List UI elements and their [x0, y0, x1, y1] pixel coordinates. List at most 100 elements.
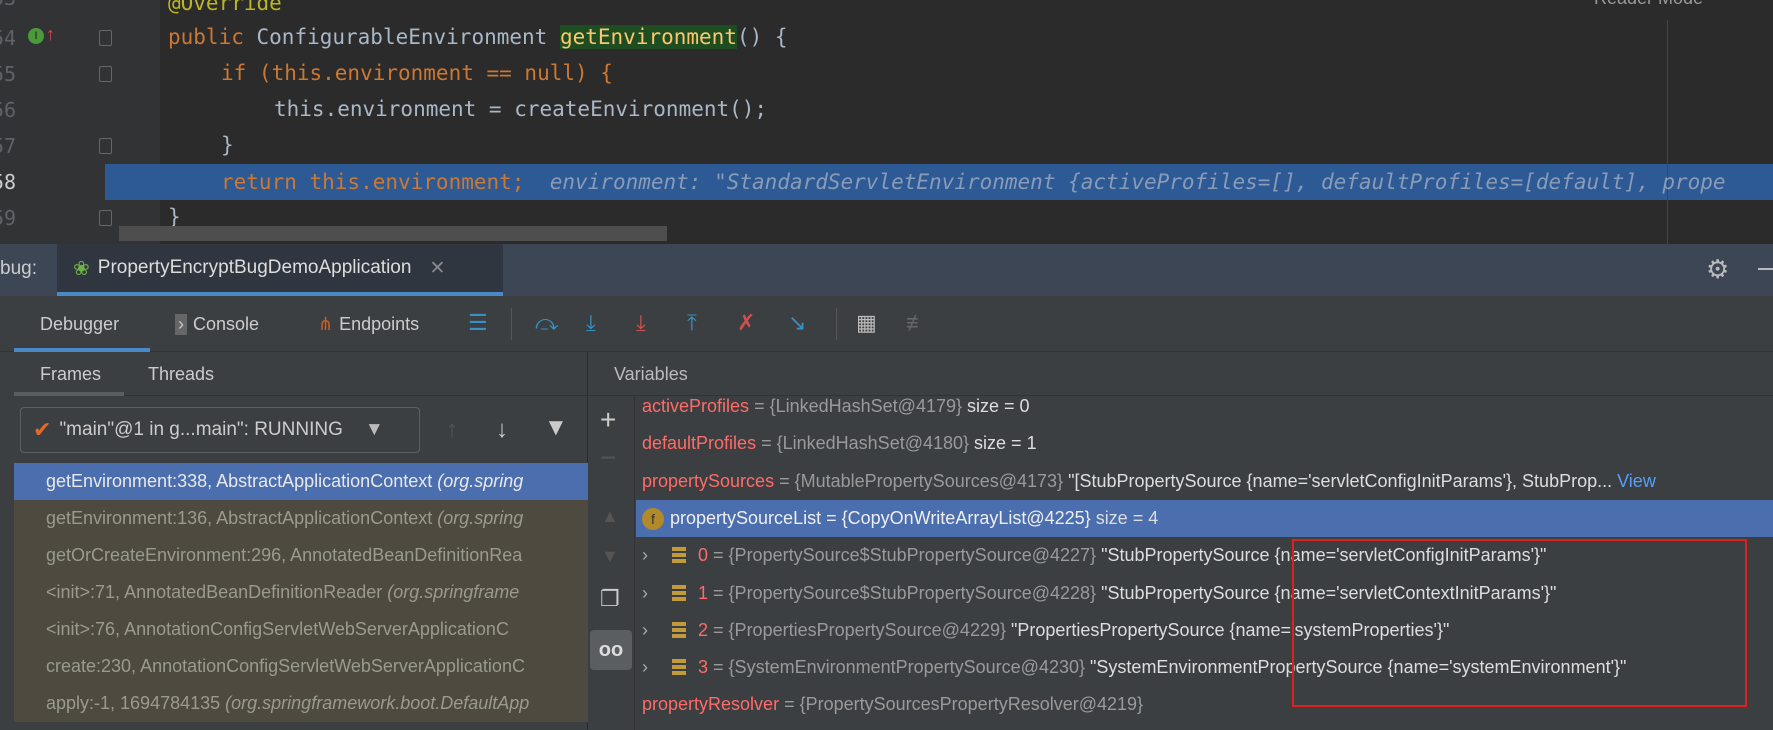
tab-endpoints[interactable]: ⋔ Endpoints — [318, 296, 419, 352]
variables-side-toolbar: + − ▲ ▼ ❐ oo — [588, 396, 635, 730]
debug-tool-window-header: bug: ❀ PropertyEncryptBugDemoApplication… — [0, 244, 1773, 296]
gear-icon[interactable]: ⚙ — [1706, 254, 1729, 285]
frame-method: apply:-1, 1694784135 — [46, 693, 226, 713]
variable-type: {LinkedHashSet@4179} — [769, 396, 962, 416]
minimize-icon[interactable] — [1758, 268, 1773, 270]
frame-item[interactable]: getEnvironment:136, AbstractApplicationC… — [14, 500, 588, 537]
add-watch-icon[interactable]: + — [600, 404, 616, 436]
code-editor[interactable]: Reader Mode 53 54 55 56 57 58 59 I ↑ @Ov… — [0, 0, 1773, 244]
fold-icon[interactable] — [99, 30, 112, 46]
trace-icon[interactable]: ≢ — [906, 310, 928, 336]
frame-method: getOrCreateEnvironment:296, AnnotatedBea… — [46, 545, 523, 565]
frame-package: (org.springframework.boot.DefaultApp — [225, 693, 530, 713]
tab-label: Console — [193, 313, 260, 334]
array-element-icon — [672, 584, 686, 603]
view-link[interactable]: View — [1617, 471, 1656, 491]
code-line: public ConfigurableEnvironment getEnviro… — [168, 19, 788, 55]
show-watches-icon[interactable]: oo — [590, 630, 632, 670]
reader-mode-label[interactable]: Reader Mode — [1594, 0, 1703, 9]
run-to-cursor-icon[interactable]: ↘ — [788, 310, 806, 336]
variable-name: 2 — [698, 619, 709, 640]
variable-type: {PropertySource$StubPropertySource@4227} — [728, 545, 1097, 566]
implements-method-icon[interactable]: I — [28, 28, 44, 44]
tab-label: Endpoints — [339, 313, 420, 334]
code-line: } — [221, 133, 234, 157]
variable-row[interactable]: propertySources = {MutablePropertySource… — [636, 463, 1773, 500]
evaluate-expression-icon[interactable]: ▦ — [856, 310, 877, 336]
move-down-icon[interactable]: ▼ — [601, 546, 619, 567]
close-icon[interactable]: ✕ — [429, 257, 445, 280]
keyword: public — [168, 25, 244, 49]
expand-chevron-icon[interactable]: › — [642, 575, 672, 612]
expand-chevron-icon[interactable]: › — [642, 537, 672, 574]
tab-threads[interactable]: Threads — [148, 364, 214, 385]
frame-item[interactable]: getOrCreateEnvironment:296, AnnotatedBea… — [14, 537, 588, 574]
variable-type: {SystemEnvironmentPropertySource@4230} — [728, 657, 1086, 678]
arrow-down-icon[interactable]: ↓ — [496, 416, 508, 444]
spring-boot-icon: ❀ — [73, 257, 90, 280]
code-line: if (this.environment == null) { — [221, 61, 613, 85]
tab-console[interactable]: › Console — [175, 296, 259, 352]
tab-debugger[interactable]: Debugger — [40, 296, 119, 352]
thread-selector[interactable]: ✔ "main"@1 in g...main": RUNNING ▼ — [20, 407, 420, 453]
frame-item[interactable]: getEnvironment:338, AbstractApplicationC… — [14, 463, 588, 500]
step-over-icon[interactable]: ⤼ — [535, 310, 559, 336]
horizontal-scrollbar[interactable] — [119, 226, 667, 241]
move-up-icon[interactable]: ▲ — [601, 506, 619, 527]
tab-frames[interactable]: Frames — [40, 364, 101, 385]
line-number: 59 — [0, 206, 17, 230]
expand-chevron-icon[interactable]: › — [642, 612, 672, 649]
variable-row[interactable]: activeProfiles = {LinkedHashSet@4179} si… — [636, 388, 1773, 425]
frame-item[interactable]: apply:-1, 1694784135 (org.springframewor… — [14, 685, 588, 722]
fold-icon[interactable] — [99, 210, 112, 226]
chevron-down-icon: ▼ — [364, 419, 384, 440]
tab-title: PropertyEncryptBugDemoApplication — [97, 257, 412, 278]
variable-type: {PropertySource$StubPropertySource@4228} — [728, 582, 1097, 603]
line-number: 57 — [0, 134, 17, 158]
filter-icon[interactable]: ▼ — [544, 414, 568, 442]
step-into-icon[interactable]: ⤓ — [586, 310, 596, 336]
frame-package: (org.spring — [437, 508, 524, 528]
expand-chevron-icon[interactable]: › — [642, 649, 672, 686]
debug-label: bug: — [0, 258, 37, 279]
layout-icon[interactable]: ☰ — [468, 310, 488, 336]
annotation-box — [1292, 539, 1747, 707]
variable-value: "[StubPropertySource {name='servletConfi… — [1068, 470, 1613, 491]
frame-item[interactable]: <init>:71, AnnotatedBeanDefinitionReader… — [14, 574, 588, 611]
frame-item[interactable]: <init>:76, AnnotationConfigServletWebSer… — [14, 611, 588, 648]
variable-row[interactable]: f propertySourceList = {CopyOnWriteArrayL… — [636, 499, 1773, 537]
check-icon: ✔ — [33, 417, 52, 442]
method-name: getEnvironment — [559, 25, 737, 49]
frame-method: create:230, AnnotationConfigServletWebSe… — [46, 656, 525, 676]
type-name: ConfigurableEnvironment — [256, 25, 548, 49]
variable-name: 0 — [698, 545, 709, 566]
line-number: 53 — [0, 0, 16, 10]
fold-icon[interactable] — [99, 66, 112, 82]
divider — [511, 308, 512, 340]
inline-debug-value: environment: "StandardServletEnvironment… — [549, 170, 1726, 194]
arrow-up-icon[interactable]: ↑ — [446, 416, 458, 444]
variable-name: defaultProfiles — [642, 433, 757, 454]
copy-icon[interactable]: ❐ — [600, 586, 620, 612]
variable-type: {PropertySourcesPropertyResolver@4219} — [799, 694, 1144, 715]
run-config-tab[interactable]: ❀ PropertyEncryptBugDemoApplication ✕ — [57, 244, 503, 296]
right-margin-guide — [1667, 20, 1668, 244]
debug-toolbar: Debugger › Console ⋔ Endpoints ☰ ⤼ ⤓ ⤓ ⤒ ✗… — [0, 296, 1773, 352]
step-out-icon[interactable]: ⤒ — [687, 310, 697, 336]
frame-package: (org.spring — [437, 471, 524, 491]
endpoints-icon: ⋔ — [318, 313, 334, 334]
frame-item[interactable]: create:230, AnnotationConfigServletWebSe… — [14, 648, 588, 685]
frame-method: getEnvironment:338, AbstractApplicationC… — [46, 471, 438, 491]
variable-name: propertySourceList — [670, 507, 822, 528]
frame-method: getEnvironment:136, AbstractApplicationC… — [46, 508, 438, 528]
variable-name: propertySources — [642, 470, 775, 491]
variable-type: {MutablePropertySources@4173} — [794, 470, 1064, 491]
force-step-into-icon[interactable]: ⤓ — [636, 310, 646, 336]
fold-icon[interactable] — [99, 138, 112, 154]
remove-watch-icon[interactable]: − — [600, 442, 616, 474]
code-fragment: return this.environment; — [221, 170, 525, 194]
variable-row[interactable]: defaultProfiles = {LinkedHashSet@4180} s… — [636, 425, 1773, 462]
variable-value: size = 0 — [967, 396, 1030, 416]
drop-frame-icon[interactable]: ✗ — [737, 310, 755, 336]
code-line: @Override — [168, 0, 282, 15]
